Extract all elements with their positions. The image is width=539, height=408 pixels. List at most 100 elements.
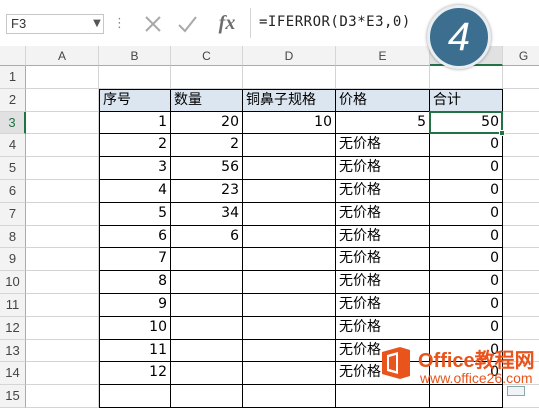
cell[interactable] xyxy=(26,88,99,112)
cell[interactable] xyxy=(503,66,539,89)
table-cell[interactable]: 0 xyxy=(430,248,503,272)
table-cell[interactable]: 10 xyxy=(243,111,336,135)
table-cell[interactable]: 7 xyxy=(99,248,171,272)
row-header-7[interactable]: 7 xyxy=(0,202,26,226)
cell[interactable] xyxy=(26,294,99,317)
column-header-a[interactable]: A xyxy=(26,46,99,66)
table-cell[interactable] xyxy=(243,385,336,408)
row-header-6[interactable]: 6 xyxy=(0,180,26,203)
insert-function-button[interactable]: fx xyxy=(212,8,242,38)
column-header-b[interactable]: B xyxy=(99,46,171,66)
table-cell[interactable]: 0 xyxy=(430,180,503,203)
cell[interactable] xyxy=(26,111,99,135)
table-cell[interactable]: 无价格 xyxy=(336,180,430,203)
table-cell[interactable]: 无价格 xyxy=(336,202,430,226)
table-header-cell[interactable]: 数量 xyxy=(171,88,243,112)
table-cell[interactable] xyxy=(171,316,243,340)
table-cell[interactable]: 无价格 xyxy=(336,225,430,249)
cell[interactable] xyxy=(503,157,539,180)
table-header-cell[interactable]: 铜鼻子规格 xyxy=(243,88,336,112)
table-cell[interactable]: 0 xyxy=(430,134,503,158)
table-cell[interactable] xyxy=(171,385,243,408)
row-header-12[interactable]: 12 xyxy=(0,316,26,340)
table-cell[interactable]: 34 xyxy=(171,202,243,226)
table-cell[interactable] xyxy=(171,362,243,386)
table-cell[interactable]: 0 xyxy=(430,157,503,180)
table-cell[interactable]: 0 xyxy=(430,225,503,249)
table-cell[interactable]: 3 xyxy=(99,157,171,180)
table-cell[interactable]: 5 xyxy=(336,111,430,135)
cell[interactable] xyxy=(171,66,243,89)
row-header-4[interactable]: 4 xyxy=(0,134,26,158)
table-cell[interactable] xyxy=(99,385,171,408)
check-icon[interactable] xyxy=(175,12,199,36)
column-header-d[interactable]: D xyxy=(243,46,336,66)
table-cell[interactable]: 4 xyxy=(99,180,171,203)
cell[interactable] xyxy=(503,271,539,294)
paste-options-icon[interactable] xyxy=(507,386,525,396)
table-cell[interactable]: 23 xyxy=(171,180,243,203)
cell[interactable] xyxy=(503,226,539,249)
table-cell[interactable]: 无价格 xyxy=(336,316,430,340)
row-header-13[interactable]: 13 xyxy=(0,339,26,363)
cell[interactable] xyxy=(26,225,99,249)
table-cell[interactable] xyxy=(243,294,336,317)
table-cell[interactable]: 56 xyxy=(171,157,243,180)
table-cell[interactable] xyxy=(243,316,336,340)
column-header-e[interactable]: E xyxy=(336,46,430,66)
table-cell[interactable]: 无价格 xyxy=(336,248,430,272)
cell[interactable] xyxy=(503,180,539,203)
cell[interactable] xyxy=(503,294,539,317)
cell[interactable] xyxy=(26,271,99,294)
table-cell[interactable] xyxy=(171,271,243,294)
table-cell[interactable] xyxy=(171,339,243,363)
table-cell[interactable] xyxy=(243,362,336,386)
table-cell[interactable] xyxy=(243,339,336,363)
table-cell[interactable]: 5 xyxy=(99,202,171,226)
table-cell[interactable]: 无价格 xyxy=(336,157,430,180)
table-cell[interactable]: 20 xyxy=(171,111,243,135)
table-cell[interactable]: 无价格 xyxy=(336,134,430,158)
row-header-14[interactable]: 14 xyxy=(0,362,26,386)
cell[interactable] xyxy=(26,157,99,180)
cell[interactable] xyxy=(26,134,99,158)
cell[interactable] xyxy=(503,134,539,158)
cell[interactable] xyxy=(26,66,99,89)
table-cell[interactable]: 11 xyxy=(99,339,171,363)
table-cell[interactable]: 8 xyxy=(99,271,171,294)
table-cell[interactable] xyxy=(243,271,336,294)
table-cell[interactable] xyxy=(243,202,336,226)
table-header-cell[interactable]: 序号 xyxy=(99,88,171,112)
active-cell[interactable] xyxy=(429,110,503,135)
cell[interactable] xyxy=(336,66,430,89)
row-header-15[interactable]: 15 xyxy=(0,385,26,408)
cell[interactable] xyxy=(26,248,99,272)
table-cell[interactable]: 2 xyxy=(171,134,243,158)
cell[interactable] xyxy=(430,66,503,89)
table-header-cell[interactable]: 价格 xyxy=(336,88,430,112)
cell[interactable] xyxy=(26,180,99,203)
fill-handle[interactable] xyxy=(499,130,505,137)
more-options-icon[interactable]: ⋮ xyxy=(113,14,126,34)
table-cell[interactable]: 6 xyxy=(99,225,171,249)
row-header-1[interactable]: 1 xyxy=(0,66,26,89)
table-header-cell[interactable]: 合计 xyxy=(430,88,503,112)
table-cell[interactable]: 10 xyxy=(99,316,171,340)
row-header-5[interactable]: 5 xyxy=(0,157,26,180)
cancel-icon[interactable] xyxy=(141,12,165,36)
column-header-c[interactable]: C xyxy=(171,46,243,66)
cell[interactable] xyxy=(503,248,539,272)
row-header-9[interactable]: 9 xyxy=(0,248,26,272)
table-cell[interactable]: 0 xyxy=(430,316,503,340)
table-cell[interactable]: 6 xyxy=(171,225,243,249)
table-cell[interactable]: 9 xyxy=(99,294,171,317)
table-cell[interactable] xyxy=(243,134,336,158)
cell[interactable] xyxy=(26,339,99,363)
cell[interactable] xyxy=(99,66,171,89)
select-all-corner[interactable] xyxy=(0,46,26,66)
table-cell[interactable] xyxy=(171,248,243,272)
table-cell[interactable]: 0 xyxy=(430,294,503,317)
row-header-8[interactable]: 8 xyxy=(0,225,26,249)
chevron-down-icon[interactable]: ▼ xyxy=(90,14,104,34)
table-cell[interactable] xyxy=(243,225,336,249)
